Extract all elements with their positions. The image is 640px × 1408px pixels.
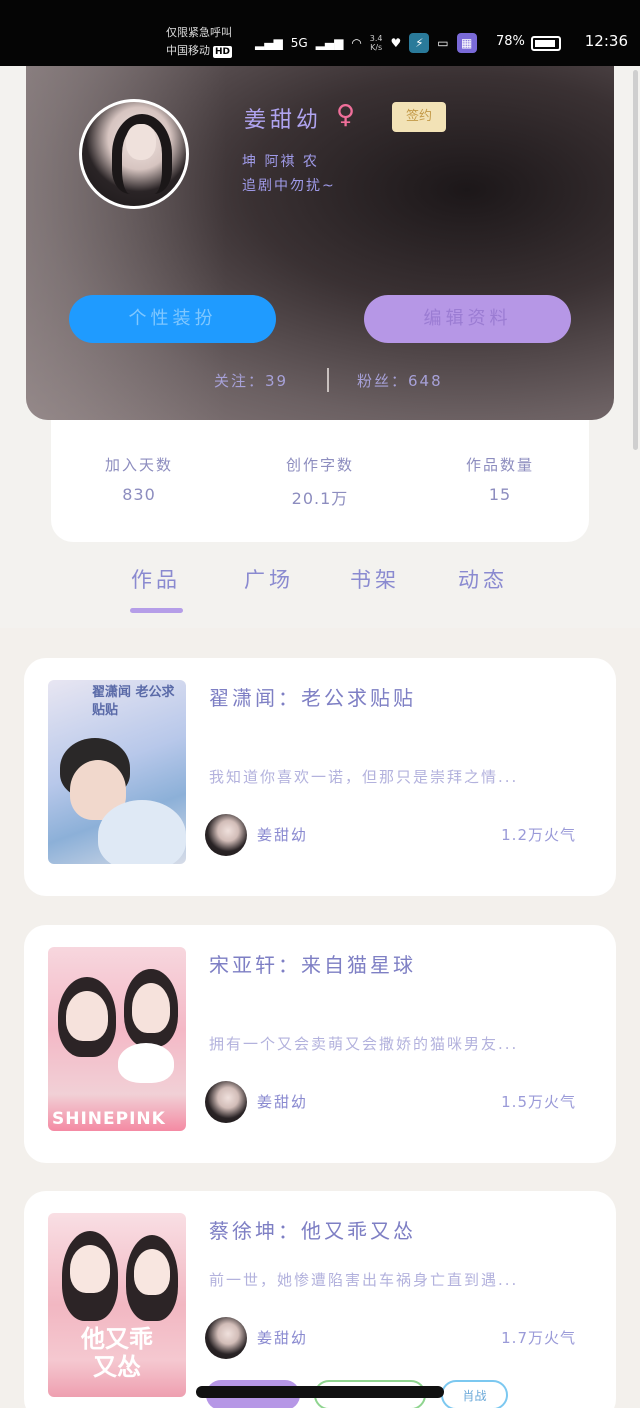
heart-rate-icon: ♥: [390, 36, 402, 50]
work-title[interactable]: 翟潇闻：老公求贴贴: [209, 682, 416, 711]
app-grid-icon: ▦: [456, 33, 477, 53]
contract-badge: 签约: [392, 102, 446, 132]
cover-title-text: 翟潇闻 老公求贴贴: [92, 685, 175, 718]
stat-label: 创作字数: [285, 456, 354, 474]
signal-5g-icon: ▂▄▆: [315, 36, 344, 50]
follow-stats: 关注：39 粉丝：648: [26, 366, 614, 396]
following-count[interactable]: 关注：39: [214, 370, 288, 391]
cover-figure-right-face: [134, 1249, 170, 1295]
fans-count[interactable]: 粉丝：648: [357, 370, 443, 391]
work-heat: 1.5万火气: [501, 1093, 576, 1111]
work-desc: 拥有一个又会卖萌又会撒娇的猫咪男友...: [209, 1035, 519, 1053]
tab-square[interactable]: 广场: [244, 564, 294, 594]
bio-line2: 追剧中勿扰~: [242, 178, 336, 194]
author-name[interactable]: 姜甜幼: [257, 1091, 308, 1112]
work-title[interactable]: 蔡徐坤：他又乖又怂: [209, 1215, 416, 1244]
signal-icon: ▂▄▆: [255, 36, 283, 50]
home-indicator[interactable]: [196, 1386, 444, 1398]
username: 姜甜幼: [244, 108, 323, 133]
profile-avatar[interactable]: [79, 99, 189, 209]
work-card[interactable]: 翟潇闻 老公求贴贴 翟潇闻：老公求贴贴 我知道你喜欢一诺，但那只是崇拜之情...…: [24, 658, 616, 896]
cover-figure-left-face: [66, 991, 108, 1041]
tab-works[interactable]: 作品: [131, 564, 181, 594]
edit-profile-button[interactable]: 编辑资料: [364, 295, 571, 343]
carrier-info: 仅限紧急呼叫 中国移动 HD: [166, 24, 233, 60]
cover-figure-right-face: [132, 983, 170, 1033]
author-avatar[interactable]: [205, 1317, 247, 1359]
status-bar: 仅限紧急呼叫 中国移动 HD ▂▄▆ 5G ▂▄▆ ◠ 3.4 K/s ♥ ⚡ ▭…: [0, 0, 640, 66]
hd-icon: HD: [213, 46, 233, 58]
tab-moments[interactable]: 动态: [458, 564, 508, 594]
battery-icon: [531, 36, 561, 51]
personal-style-button[interactable]: 个性装扮: [69, 295, 276, 343]
work-heat: 1.7万火气: [501, 1329, 576, 1347]
avatar-face: [126, 124, 156, 160]
profile-bio: 坤 阿祺 农 追剧中勿扰~: [242, 150, 336, 198]
pill-icon: ▭: [437, 36, 449, 50]
scrollbar[interactable]: [633, 70, 638, 450]
wifi-icon: ◠: [351, 36, 362, 50]
work-cover[interactable]: 他又乖 又怂: [48, 1213, 186, 1397]
work-desc: 我知道你喜欢一诺，但那只是崇拜之情...: [209, 768, 519, 786]
status-icons: ▂▄▆ 5G ▂▄▆ ◠ 3.4 K/s ♥ ⚡ ▭ ▦: [255, 28, 477, 58]
work-heat: 1.2万火气: [501, 826, 576, 844]
stats-card: 加入天数 830 创作字数 20.1万 作品数量 15: [51, 420, 589, 542]
clock: 12:36: [584, 32, 628, 50]
profile-header: 姜甜幼 ♀ 签约 坤 阿祺 农 追剧中勿扰~ 个性装扮 编辑资料 关注：39 粉…: [26, 66, 614, 420]
stat-value: 830: [122, 485, 156, 504]
cover-figure-left-face: [70, 1245, 110, 1293]
tab-bookshelf[interactable]: 书架: [350, 564, 400, 594]
stat-label: 作品数量: [465, 456, 534, 474]
work-desc: 前一世，她惨遭陷害出车祸身亡直到遇...: [209, 1271, 519, 1289]
author-name[interactable]: 姜甜幼: [257, 824, 308, 845]
work-card[interactable]: SHINEPINK 宋亚轩：来自猫星球 拥有一个又会卖萌又会撒娇的猫咪男友...…: [24, 925, 616, 1163]
work-card[interactable]: 他又乖 又怂 蔡徐坤：他又乖又怂 前一世，她惨遭陷害出车祸身亡直到遇... 姜甜…: [24, 1191, 616, 1408]
author-avatar[interactable]: [205, 814, 247, 856]
stat-join-days: 加入天数 830: [79, 454, 199, 504]
stats-divider: [327, 368, 329, 392]
female-gender-icon: ♀: [336, 100, 356, 130]
carrier-line1: 仅限紧急呼叫: [166, 26, 232, 39]
charge-app-icon: ⚡: [409, 33, 430, 53]
stat-works-count: 作品数量 15: [440, 454, 560, 504]
battery-percent: 78%: [496, 34, 525, 49]
cover-figure-shirt: [118, 1043, 174, 1083]
stat-word-count: 创作字数 20.1万: [260, 454, 380, 509]
stat-label: 加入天数: [104, 456, 173, 474]
cover-title-text: SHINEPINK: [52, 1109, 166, 1129]
cover-figure-shirt: [98, 800, 186, 864]
net-speed: 3.4 K/s: [369, 34, 383, 52]
author-name[interactable]: 姜甜幼: [257, 1327, 308, 1348]
stat-value: 15: [488, 485, 512, 504]
profile-tabs: 作品 广场 书架 动态: [0, 556, 640, 616]
work-cover[interactable]: SHINEPINK: [48, 947, 186, 1131]
active-tab-indicator: [130, 608, 183, 613]
work-title[interactable]: 宋亚轩：来自猫星球: [209, 949, 416, 978]
work-tag[interactable]: 肖战: [441, 1380, 508, 1408]
bio-line1: 坤 阿祺 农: [242, 154, 319, 170]
network-type: 5G: [290, 36, 308, 50]
carrier-line2: 中国移动: [166, 44, 210, 57]
stat-value: 20.1万: [291, 489, 349, 508]
cover-title-text: 他又乖 又怂: [81, 1325, 153, 1381]
author-avatar[interactable]: [205, 1081, 247, 1123]
work-cover[interactable]: 翟潇闻 老公求贴贴: [48, 680, 186, 864]
